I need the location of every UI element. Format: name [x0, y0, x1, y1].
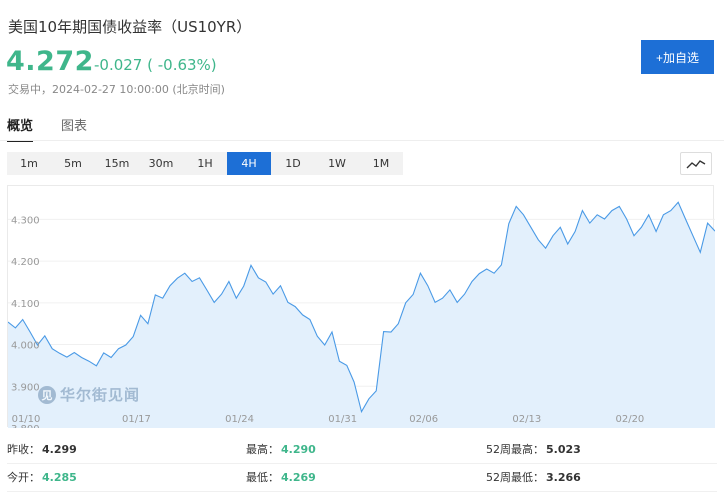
- period-1w[interactable]: 1W: [315, 152, 359, 175]
- period-30m[interactable]: 30m: [139, 152, 183, 175]
- period-1m[interactable]: 1m: [7, 152, 51, 175]
- x-tick-label: 01/31: [328, 414, 357, 425]
- x-tick-label: 01/10: [12, 414, 41, 425]
- period-selector: 1m 5m 15m 30m 1H 4H 1D 1W 1M: [7, 152, 403, 175]
- stats-row: 昨收： 4.299 最高： 4.290 52周最高： 5.023: [7, 436, 717, 464]
- trading-status: 交易中，2024-02-27 10:00:00 (北京时间): [8, 83, 225, 96]
- stat-label: 今开：: [7, 471, 40, 484]
- stat-value: 4.269: [281, 471, 316, 484]
- period-5m[interactable]: 5m: [51, 152, 95, 175]
- stat-high: 最高： 4.290: [246, 441, 316, 457]
- y-tick-label: 4.100: [11, 299, 40, 310]
- period-1h[interactable]: 1H: [183, 152, 227, 175]
- current-price: 4.272: [6, 46, 94, 77]
- period-1d[interactable]: 1D: [271, 152, 315, 175]
- x-tick-label: 01/17: [122, 414, 151, 425]
- tab-overview[interactable]: 概览: [7, 115, 34, 142]
- watermark-text: 华尔街见闻: [60, 386, 141, 404]
- stat-52w-low: 52周最低： 3.266: [486, 469, 581, 485]
- stats-row: 今开： 4.285 最低： 4.269 52周最低： 3.266: [7, 464, 717, 492]
- x-tick-label: 02/20: [615, 414, 644, 425]
- stat-52w-high: 52周最高： 5.023: [486, 441, 581, 457]
- x-tick-label: 02/06: [409, 414, 438, 425]
- period-4h[interactable]: 4H: [227, 152, 271, 175]
- stat-prev-close: 昨收： 4.299: [7, 441, 77, 457]
- stat-label: 52周最低：: [486, 471, 544, 484]
- y-tick-label: 3.900: [11, 382, 40, 393]
- x-tick-label: 01/24: [225, 414, 254, 425]
- stat-label: 52周最高：: [486, 443, 544, 456]
- x-tick-label: 02/13: [512, 414, 541, 425]
- add-watchlist-button[interactable]: +加自选: [641, 40, 714, 74]
- line-chart-icon: [686, 159, 706, 168]
- stat-value: 4.285: [42, 471, 77, 484]
- stat-value: 5.023: [546, 443, 581, 456]
- stat-label: 最低：: [246, 471, 279, 484]
- y-tick-label: 4.300: [11, 215, 40, 226]
- period-15m[interactable]: 15m: [95, 152, 139, 175]
- stat-value: 3.266: [546, 471, 581, 484]
- tab-bar: 概览 图表: [7, 115, 115, 142]
- watermark: 见 华尔街见闻: [38, 384, 140, 405]
- stat-label: 昨收：: [7, 443, 40, 456]
- tab-chart[interactable]: 图表: [61, 115, 87, 142]
- stat-value: 4.290: [281, 443, 316, 456]
- price-change: -0.027 ( -0.63%): [94, 56, 217, 74]
- stats-table: 昨收： 4.299 最高： 4.290 52周最高： 5.023 今开： 4.285 最…: [0, 436, 724, 492]
- stat-low: 最低： 4.269: [246, 469, 316, 485]
- stat-value: 4.299: [42, 443, 77, 456]
- tab-divider: [0, 140, 724, 141]
- y-tick-label: 4.200: [11, 257, 40, 268]
- y-tick-label: 4.000: [11, 341, 40, 352]
- chart-type-button[interactable]: [680, 152, 712, 175]
- page-title: 美国10年期国债收益率（US10YR）: [8, 18, 252, 36]
- stat-label: 最高：: [246, 443, 279, 456]
- stat-open: 今开： 4.285: [7, 469, 77, 485]
- period-1mo[interactable]: 1M: [359, 152, 403, 175]
- watermark-logo-icon: 见: [38, 385, 56, 404]
